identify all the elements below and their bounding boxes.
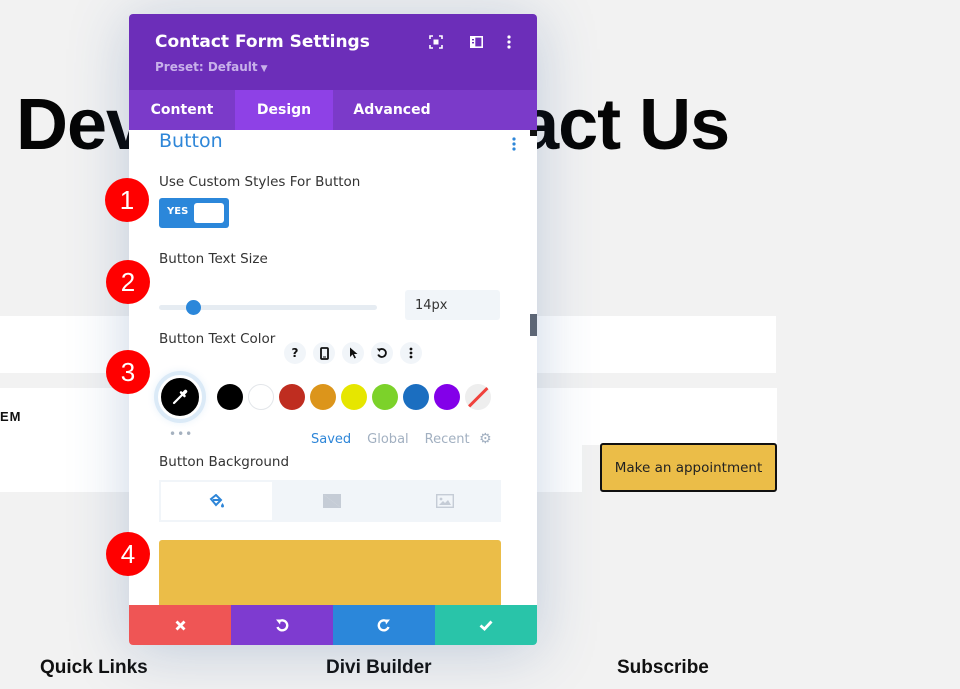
paint-bucket-icon — [209, 493, 224, 507]
responsive-phone-icon[interactable] — [313, 342, 335, 364]
more-options-icon[interactable] — [501, 34, 517, 50]
swatch-black[interactable] — [217, 384, 243, 410]
toggle-knob — [194, 203, 224, 223]
footer-heading-subscribe: Subscribe — [617, 657, 709, 678]
gradient-icon — [322, 494, 341, 508]
make-appointment-button[interactable]: Make an appointment — [600, 443, 777, 492]
step-marker-4: 4 — [106, 532, 150, 576]
swatch-white[interactable] — [248, 384, 274, 410]
modal-header[interactable]: Contact Form Settings Preset: Default ▼ — [129, 14, 537, 90]
undo-button[interactable] — [231, 605, 333, 645]
step-marker-3: 3 — [106, 350, 150, 394]
settings-tabs: Content Design Advanced — [129, 90, 537, 130]
swatch-blue[interactable] — [403, 384, 429, 410]
scrollbar-thumb[interactable] — [530, 314, 537, 336]
swatch-red[interactable] — [279, 384, 305, 410]
help-icon[interactable]: ? — [284, 342, 306, 364]
text-size-label: Button Text Size — [159, 251, 268, 267]
color-swatches — [217, 384, 491, 410]
reset-icon[interactable] — [371, 342, 393, 364]
settings-modal: Contact Form Settings Preset: Default ▼ C… — [129, 14, 537, 645]
swatch-green[interactable] — [372, 384, 398, 410]
swatch-purple[interactable] — [434, 384, 460, 410]
text-color-label: Button Text Color — [159, 331, 276, 347]
image-icon — [436, 494, 455, 508]
background-color-preview[interactable] — [159, 540, 501, 605]
background-type-tabs — [159, 480, 501, 522]
more-options-icon[interactable] — [400, 342, 422, 364]
background-image-tab[interactable] — [389, 480, 501, 522]
custom-styles-label: Use Custom Styles For Button — [159, 174, 361, 190]
footer-heading-divi-builder: Divi Builder — [326, 657, 432, 678]
step-marker-2: 2 — [106, 260, 150, 304]
swatch-orange[interactable] — [310, 384, 336, 410]
background-color-tab[interactable] — [159, 480, 275, 522]
palette-tabs: Saved Global Recent — [311, 432, 470, 447]
background-label: Button Background — [159, 454, 290, 470]
swatch-transparent[interactable] — [465, 384, 491, 410]
eyedropper-icon — [172, 389, 188, 405]
tab-content[interactable]: Content — [129, 90, 235, 130]
redo-icon — [377, 619, 390, 632]
undo-icon — [276, 619, 289, 632]
tab-design[interactable]: Design — [235, 90, 333, 130]
modal-footer — [129, 605, 537, 645]
custom-styles-toggle[interactable]: YES — [159, 198, 229, 228]
text-color-options: ? — [284, 342, 422, 364]
modal-body: Button Use Custom Styles For Button YES … — [129, 130, 537, 605]
focus-mode-icon[interactable] — [428, 34, 444, 50]
text-size-input[interactable]: 14px — [405, 290, 500, 320]
step-marker-1: 1 — [105, 178, 149, 222]
toggle-state-label: YES — [167, 206, 189, 217]
tab-advanced[interactable]: Advanced — [333, 90, 451, 130]
gear-icon[interactable]: ⚙ — [479, 431, 492, 447]
section-title-button[interactable]: Button — [159, 130, 223, 152]
more-colors-icon[interactable]: ••• — [169, 427, 193, 441]
palette-tab-saved[interactable]: Saved — [311, 432, 351, 447]
preset-dropdown[interactable]: Preset: Default ▼ — [155, 60, 268, 74]
caret-down-icon: ▼ — [260, 64, 268, 74]
palette-tab-global[interactable]: Global — [367, 432, 408, 447]
footer-heading-quick-links: Quick Links — [40, 657, 148, 678]
text-size-slider-handle[interactable] — [186, 300, 201, 315]
cancel-button[interactable] — [129, 605, 231, 645]
palette-tab-recent[interactable]: Recent — [425, 432, 470, 447]
section-menu-icon[interactable] — [511, 136, 517, 151]
checkmark-icon — [479, 620, 493, 631]
scrollbar-track-top — [530, 130, 537, 136]
redo-button[interactable] — [333, 605, 435, 645]
hover-cursor-icon[interactable] — [342, 342, 364, 364]
save-button[interactable] — [435, 605, 537, 645]
split-view-icon[interactable] — [468, 34, 484, 50]
swatch-yellow[interactable] — [341, 384, 367, 410]
modal-title: Contact Form Settings — [155, 32, 370, 52]
background-gradient-tab[interactable] — [276, 480, 388, 522]
color-picker-button[interactable] — [158, 375, 202, 419]
close-icon — [175, 620, 185, 630]
form-field-label: EM — [0, 409, 22, 424]
